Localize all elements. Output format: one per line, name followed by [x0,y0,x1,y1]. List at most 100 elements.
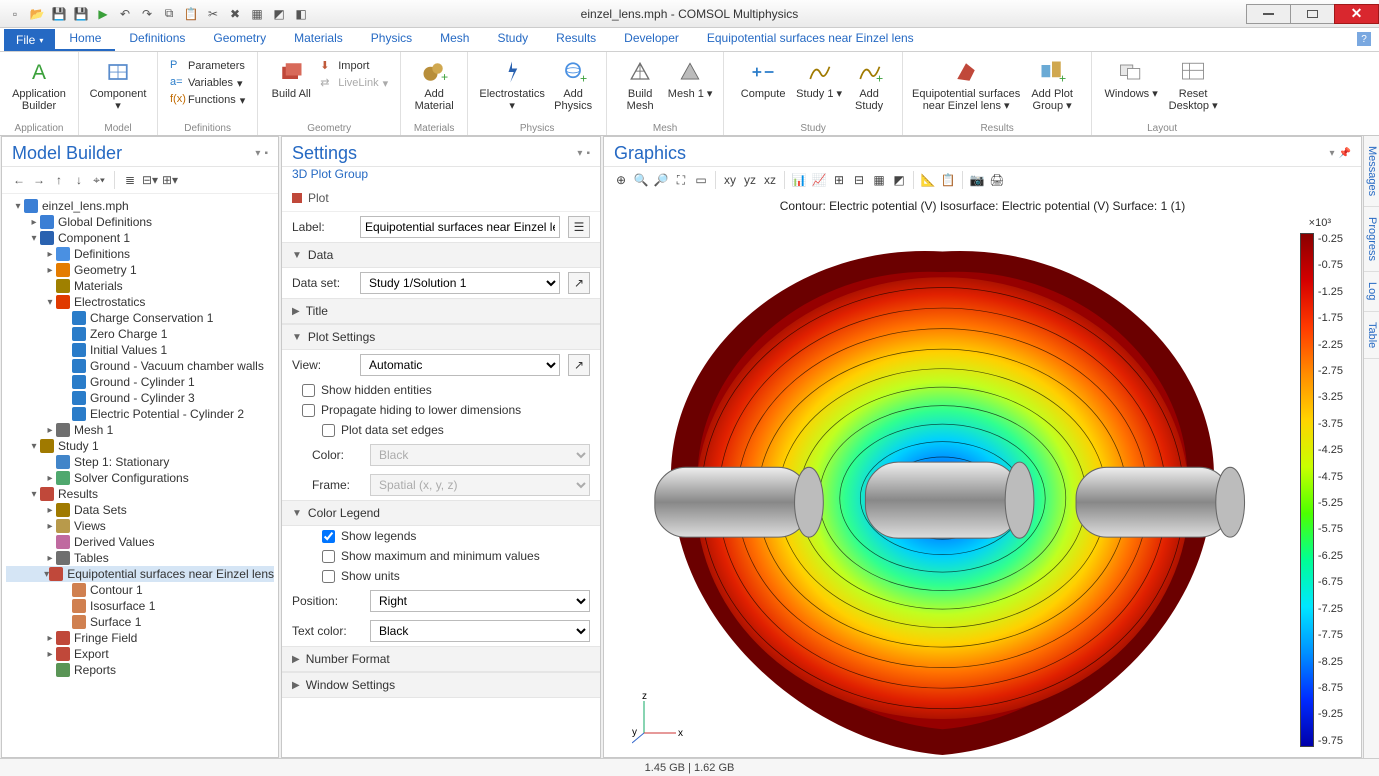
ribbon-tab-study[interactable]: Study [483,27,542,51]
ribbon-tab-mesh[interactable]: Mesh [426,27,483,51]
label-goto-button[interactable]: ☰ [568,216,590,238]
tree-item[interactable]: ▸Mesh 1 [6,422,274,438]
tree-item[interactable]: ▾einzel_lens.mph [6,198,274,214]
tree-item[interactable]: Surface 1 [6,614,274,630]
help-icon[interactable]: ? [1357,32,1371,46]
plot-edges-checkbox[interactable] [322,424,335,437]
zoom-out-icon[interactable]: 🔎 [652,171,670,189]
camera-icon[interactable]: 📷 [968,171,986,189]
tree-item[interactable]: Step 1: Stationary [6,454,274,470]
tree-item[interactable]: Ground - Vacuum chamber walls [6,358,274,374]
minimize-graphics-icon[interactable]: ▾ [1330,148,1335,159]
layout2-icon[interactable]: ⊟ [850,171,868,189]
tree-item[interactable]: Isosurface 1 [6,598,274,614]
tool2-icon[interactable]: ◧ [292,5,310,23]
view-xy-icon[interactable]: xy [721,171,739,189]
measure-icon[interactable]: 📐 [919,171,937,189]
compute-button[interactable]: Compute [732,56,794,121]
tree-item[interactable]: ▾Electrostatics [6,294,274,310]
layout1-icon[interactable]: ⊞ [830,171,848,189]
tree-item[interactable]: ▸Global Definitions [6,214,274,230]
variables-button[interactable]: a=Variables ▾ [170,76,245,90]
minimize-settings-icon[interactable]: ▾ [577,148,582,159]
redo-icon[interactable]: ↷ [138,5,156,23]
back-icon[interactable]: ← [10,171,28,189]
tree-item[interactable]: Initial Values 1 [6,342,274,358]
file-menu[interactable]: File [4,29,55,51]
view-select[interactable]: Automatic [360,354,560,376]
tree-item[interactable]: Reports [6,662,274,678]
tree-item[interactable]: Derived Values [6,534,274,550]
windows-button[interactable]: Windows ▾ [1100,56,1162,121]
options-settings-icon[interactable]: ▪ [586,148,590,159]
ribbon-tab-home[interactable]: Home [55,27,115,51]
zoom-icon[interactable]: ⊕ [612,171,630,189]
slice-icon[interactable]: ◩ [890,171,908,189]
clipboard-icon[interactable]: 📋 [939,171,957,189]
tree-item[interactable]: Electric Potential - Cylinder 2 [6,406,274,422]
side-tab-log[interactable]: Log [1364,272,1379,311]
application-builder-button[interactable]: A Application Builder [8,56,70,121]
side-tab-progress[interactable]: Progress [1364,207,1379,272]
delete-icon[interactable]: ✖ [226,5,244,23]
zoom-extents-icon[interactable]: ⛶ [672,171,690,189]
add-study-button[interactable]: + Add Study [844,56,894,121]
tree-item[interactable]: Charge Conservation 1 [6,310,274,326]
run-icon[interactable]: ▶ [94,5,112,23]
cut-icon[interactable]: ✂ [204,5,222,23]
ribbon-tab-physics[interactable]: Physics [357,27,426,51]
build-mesh-button[interactable]: Build Mesh [615,56,665,121]
grid-icon[interactable]: ▦ [248,5,266,23]
tree-item[interactable]: ▾Study 1 [6,438,274,454]
expand-icon[interactable]: ⊟▾ [141,171,159,189]
ribbon-tab-equipotential-surfaces-near-einzel-lens[interactable]: Equipotential surfaces near Einzel lens [693,27,928,51]
goto-icon[interactable]: ⌖▾ [90,171,108,189]
copy-icon[interactable]: ⧉ [160,5,178,23]
section-title[interactable]: ▶Title [282,298,600,324]
model-tree[interactable]: ▾einzel_lens.mph▸Global Definitions▾Comp… [2,194,278,757]
label-input[interactable] [360,216,560,238]
import-button[interactable]: ⬇Import [320,59,388,73]
plot-view1-icon[interactable]: 📊 [790,171,808,189]
legend-textcolor-select[interactable]: Black [370,620,590,642]
graphics-canvas[interactable]: Contour: Electric potential (V) Isosurfa… [604,193,1361,757]
pin-graphics-icon[interactable]: 📌 [1339,148,1351,159]
tree-item[interactable]: ▸Data Sets [6,502,274,518]
tree-item[interactable]: ▾Equipotential surfaces near Einzel lens [6,566,274,582]
section-number-format[interactable]: ▶Number Format [282,646,600,672]
tree-item[interactable]: ▸Solver Configurations [6,470,274,486]
close-button[interactable]: ✕ [1334,4,1379,24]
parameters-button[interactable]: PParameters [170,59,245,73]
tree-item[interactable]: ▸Export [6,646,274,662]
electrostatics-button[interactable]: Electrostatics ▾ [476,56,548,121]
tree-item[interactable]: ▸Definitions [6,246,274,262]
zoom-box-icon[interactable]: ▭ [692,171,710,189]
options-icon[interactable]: ▪ [264,148,268,159]
side-tab-table[interactable]: Table [1364,312,1379,359]
tree-item[interactable]: Ground - Cylinder 1 [6,374,274,390]
tree-item[interactable]: Ground - Cylinder 3 [6,390,274,406]
plot-view2-icon[interactable]: 📈 [810,171,828,189]
reset-desktop-button[interactable]: Reset Desktop ▾ [1162,56,1224,121]
ribbon-tab-materials[interactable]: Materials [280,27,357,51]
plot-group-equipot-button[interactable]: Equipotential surfaces near Einzel lens … [911,56,1021,121]
zoom-in-icon[interactable]: 🔍 [632,171,650,189]
ribbon-tab-results[interactable]: Results [542,27,610,51]
tree-item[interactable]: ▾Component 1 [6,230,274,246]
view-yz-icon[interactable]: yz [741,171,759,189]
study1-button[interactable]: Study 1 ▾ [794,56,844,121]
tree-item[interactable]: ▸Tables [6,550,274,566]
component-button[interactable]: Component ▾ [87,56,149,121]
section-color-legend[interactable]: ▼Color Legend [282,500,600,526]
plot-button[interactable]: Plot [290,189,329,207]
view-xz-icon[interactable]: xz [761,171,779,189]
saveas-icon[interactable]: 💾 [72,5,90,23]
tree-item[interactable]: Zero Charge 1 [6,326,274,342]
ribbon-tab-geometry[interactable]: Geometry [199,27,280,51]
select-icon[interactable]: ▦ [870,171,888,189]
add-material-button[interactable]: + Add Material [409,56,459,121]
functions-button[interactable]: f(x)Functions ▾ [170,93,245,107]
save-icon[interactable]: 💾 [50,5,68,23]
paste-icon[interactable]: 📋 [182,5,200,23]
build-all-button[interactable]: Build All [266,56,316,121]
